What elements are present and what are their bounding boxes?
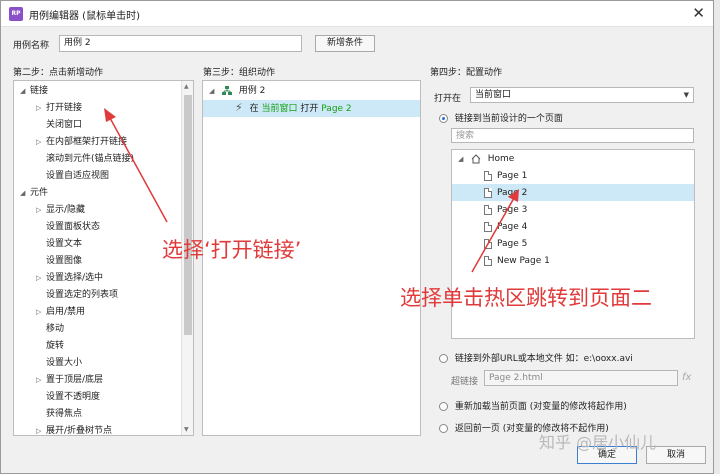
page-search-input[interactable]: 搜索 [451, 128, 694, 143]
scroll-up-icon[interactable]: ▲ [184, 83, 189, 90]
case-editor-window: RP 用例编辑器 (鼠标单击时) ✕ 用例名称 用例 2 新增条件 第二步：点击… [0, 0, 714, 474]
action-open-in-frame[interactable]: ▷ 在内部框架打开链接 [36, 134, 127, 150]
window-title: 用例编辑器 (鼠标单击时) [29, 11, 140, 22]
page-home[interactable]: ◢ Home [458, 151, 514, 167]
caret-right-icon: ▷ [36, 274, 42, 282]
action-set-selected[interactable]: ▷ 设置选择/选中 [36, 270, 103, 286]
annotation-right: 选择单击热区跳转到页面二 [400, 286, 652, 310]
action-set-adaptive-view[interactable]: 设置自适应视图 [46, 168, 109, 184]
action-set-text[interactable]: 设置文本 [46, 236, 82, 252]
watermark: 知乎 @居小仙儿 [539, 433, 657, 452]
radio-reload-page[interactable] [439, 402, 448, 411]
action-set-size[interactable]: 设置大小 [46, 355, 82, 371]
caret-right-icon: ▷ [36, 376, 42, 384]
page-item[interactable]: New Page 1 [484, 253, 550, 269]
option-reload-page[interactable]: 重新加载当前页面 (对变量的修改将起作用) [439, 399, 627, 412]
option-current-design[interactable]: 链接到当前设计的一个页面 [439, 111, 563, 124]
chevron-down-icon: ▼ [683, 91, 689, 99]
scroll-down-icon[interactable]: ▼ [184, 426, 189, 433]
action-open-link[interactable]: ▷ 打开链接 [36, 100, 82, 116]
axure-app-icon: RP [9, 7, 23, 21]
annotation-left: 选择‘打开链接’ [162, 238, 302, 262]
radio-external-url[interactable] [439, 354, 448, 363]
page-item[interactable]: Page 3 [484, 202, 527, 218]
lightning-icon: ⚡ [235, 101, 243, 114]
option-external-url[interactable]: 链接到外部URL或本地文件 如：e:\ooxx.avi [439, 351, 633, 364]
case-icon [221, 85, 232, 95]
close-icon[interactable]: ✕ [692, 4, 705, 22]
action-set-image[interactable]: 设置图像 [46, 253, 82, 269]
caret-right-icon: ▷ [36, 206, 42, 214]
open-in-label: 打开在 [434, 94, 462, 104]
action-expand-collapse-tree[interactable]: ▷ 展开/折叠树节点 [36, 423, 112, 435]
action-set-list-item[interactable]: 设置选定的列表项 [46, 287, 118, 303]
group-widgets[interactable]: ◢ 元件 [20, 185, 48, 201]
caret-right-icon: ▷ [36, 138, 42, 146]
title-bar: RP 用例编辑器 (鼠标单击时) ✕ [1, 1, 713, 27]
caret-down-icon: ◢ [458, 155, 464, 163]
hyperlink-input[interactable]: Page 2.html [484, 370, 678, 386]
page-icon [484, 255, 492, 266]
caret-down-icon: ◢ [209, 87, 215, 95]
radio-current-design[interactable] [439, 114, 448, 123]
step3-header: 第三步：组织动作 [203, 68, 276, 78]
action-focus[interactable]: 获得焦点 [46, 406, 82, 422]
action-set-panel-state[interactable]: 设置面板状态 [46, 219, 100, 235]
action-scroll-to-widget[interactable]: 滚动到元件(锚点链接) [46, 151, 134, 167]
caret-right-icon: ▷ [36, 427, 42, 435]
action-move[interactable]: 移动 [46, 321, 64, 337]
action-show-hide[interactable]: ▷ 显示/隐藏 [36, 202, 85, 218]
fx-button[interactable]: fx [682, 372, 691, 383]
action-bring-front-back[interactable]: ▷ 置于顶层/底层 [36, 372, 103, 388]
hyperlink-label: 超链接 [451, 377, 479, 387]
action-close-window[interactable]: 关闭窗口 [46, 117, 82, 133]
action-rotate[interactable]: 旋转 [46, 338, 64, 354]
case-name-input[interactable]: 用例 2 [59, 35, 302, 52]
caret-down-icon: ◢ [20, 87, 26, 95]
group-link[interactable]: ◢ 链接 [20, 83, 48, 99]
page-icon [484, 204, 492, 215]
page-item-selected[interactable]: Page 2 [484, 185, 527, 201]
page-icon [484, 238, 492, 249]
action-set-opacity[interactable]: 设置不透明度 [46, 389, 100, 405]
add-condition-button[interactable]: 新增条件 [315, 35, 375, 52]
action-enable-disable[interactable]: ▷ 启用/禁用 [36, 304, 85, 320]
radio-go-back[interactable] [439, 424, 448, 433]
case-node[interactable]: ◢ 用例 2 [209, 83, 265, 99]
page-item[interactable]: Page 1 [484, 168, 527, 184]
caret-right-icon: ▷ [36, 104, 42, 112]
open-in-select[interactable]: 当前窗口 ▼ [470, 87, 694, 103]
caret-down-icon: ◢ [20, 189, 26, 197]
scroll-thumb[interactable] [184, 95, 192, 335]
page-icon [484, 221, 492, 232]
page-item[interactable]: Page 4 [484, 219, 527, 235]
caret-right-icon: ▷ [36, 308, 42, 316]
action-open-link-row[interactable]: ⚡ 在 当前窗口 打开 Page 2 [235, 100, 352, 116]
page-item[interactable]: Page 5 [484, 236, 527, 252]
home-icon [471, 153, 481, 163]
page-icon [484, 187, 492, 198]
case-name-label: 用例名称 [13, 41, 50, 51]
step4-header: 第四步：配置动作 [430, 68, 503, 78]
step2-header: 第二步：点击新增动作 [13, 68, 104, 78]
page-icon [484, 170, 492, 181]
